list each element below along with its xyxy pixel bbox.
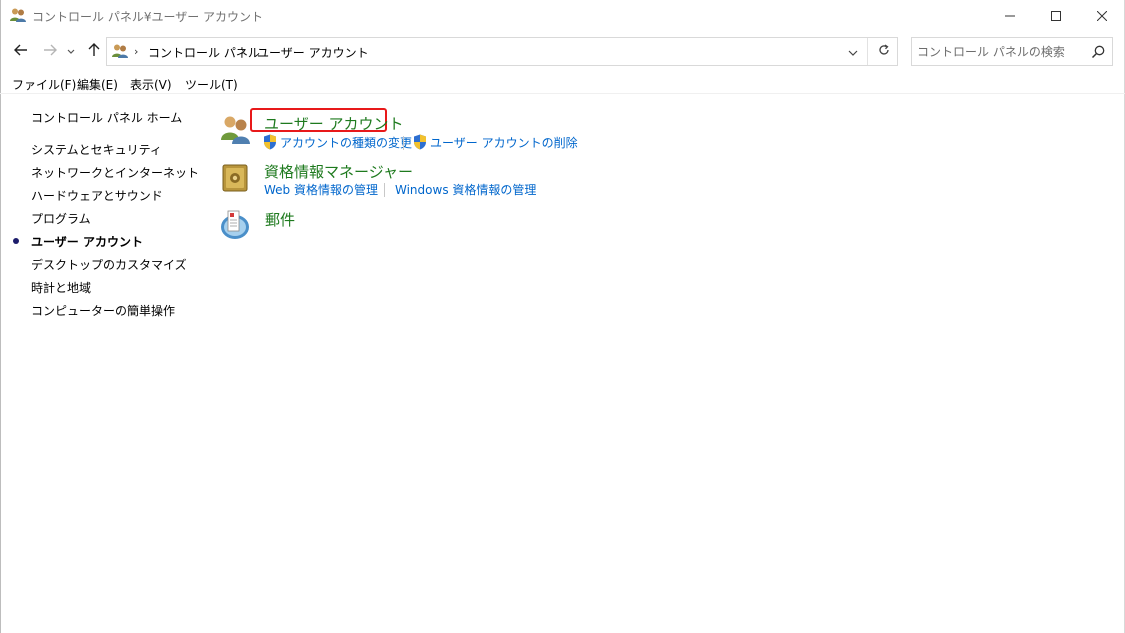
link-divider [403,136,404,150]
search-input[interactable] [917,42,1087,61]
sidebar-item-system-security[interactable]: システムとセキュリティ [31,141,162,158]
link-manage-windows-credentials[interactable]: Windows 資格情報の管理 [395,181,536,198]
sidebar-item-ease-of-access[interactable]: コンピューターの簡単操作 [31,302,175,319]
close-button[interactable] [1079,0,1125,32]
refresh-button[interactable] [871,38,897,65]
active-bullet-icon [13,238,19,244]
menu-bar: ファイル(F) 編集(E) 表示(V) ツール(T) [0,72,1125,94]
vault-icon[interactable] [221,163,249,196]
back-button[interactable] [12,42,30,60]
category-mail[interactable]: 郵件 [265,209,295,230]
users-icon[interactable] [219,113,253,150]
sidebar-control-panel-home[interactable]: コントロール パネル ホーム [31,109,182,126]
arrow-left-icon [14,44,28,59]
title-bar: コントロール パネル¥ユーザー アカウント [0,0,1125,32]
address-divider [867,38,868,65]
window-title: コントロール パネル¥ユーザー アカウント [32,10,264,24]
sidebar-item-network-internet[interactable]: ネットワークとインターネット [31,164,199,181]
refresh-icon [878,44,890,59]
users-icon [9,7,27,23]
link-change-account-type[interactable]: アカウントの種類の変更 [280,134,412,151]
breadcrumb-separator-icon[interactable]: › [134,45,138,58]
link-remove-user-accounts[interactable]: ユーザー アカウントの削除 [430,134,578,151]
navigation-bar: › コントロール パネル › ユーザー アカウント [0,34,1125,68]
window-left-edge [0,0,1,633]
forward-button[interactable] [41,42,59,60]
category-credential-manager[interactable]: 資格情報マネージャー [264,161,413,182]
breadcrumb-separator-icon[interactable]: › [241,45,245,58]
mail-icon[interactable] [219,207,251,244]
menu-edit[interactable]: 編集(E) [77,76,118,93]
arrow-right-icon [43,44,57,59]
shield-icon [413,134,427,150]
maximize-icon [1051,11,1061,21]
recent-locations-button[interactable] [65,42,77,60]
menu-tools[interactable]: ツール(T) [185,76,238,93]
chevron-down-icon [848,45,858,59]
breadcrumb-user-accounts[interactable]: ユーザー アカウント [257,44,369,61]
sidebar-item-clock-region[interactable]: 時計と地域 [31,279,91,296]
address-bar[interactable]: › コントロール パネル › ユーザー アカウント [106,37,898,66]
sidebar-item-user-accounts[interactable]: ユーザー アカウント [31,233,143,250]
minimize-icon [1005,11,1015,21]
link-manage-web-credentials[interactable]: Web 資格情報の管理 [264,181,378,198]
menu-file[interactable]: ファイル(F) [12,76,76,93]
arrow-up-icon [88,42,100,60]
users-icon [111,43,129,59]
category-user-accounts[interactable]: ユーザー アカウント [264,113,403,134]
menu-view[interactable]: 表示(V) [130,76,172,93]
link-divider [384,183,385,197]
minimize-button[interactable] [987,0,1033,32]
address-dropdown-button[interactable] [841,38,865,65]
sidebar-item-hardware-sound[interactable]: ハードウェアとサウンド [31,187,163,204]
up-button[interactable] [85,42,103,60]
chevron-down-icon [67,44,75,58]
sidebar-item-appearance[interactable]: デスクトップのカスタマイズ [31,256,187,273]
sidebar-item-programs[interactable]: プログラム [31,210,91,227]
search-icon[interactable] [1090,44,1106,60]
shield-icon [263,134,277,150]
close-icon [1097,11,1107,21]
search-box[interactable] [911,37,1113,66]
maximize-button[interactable] [1033,0,1079,32]
